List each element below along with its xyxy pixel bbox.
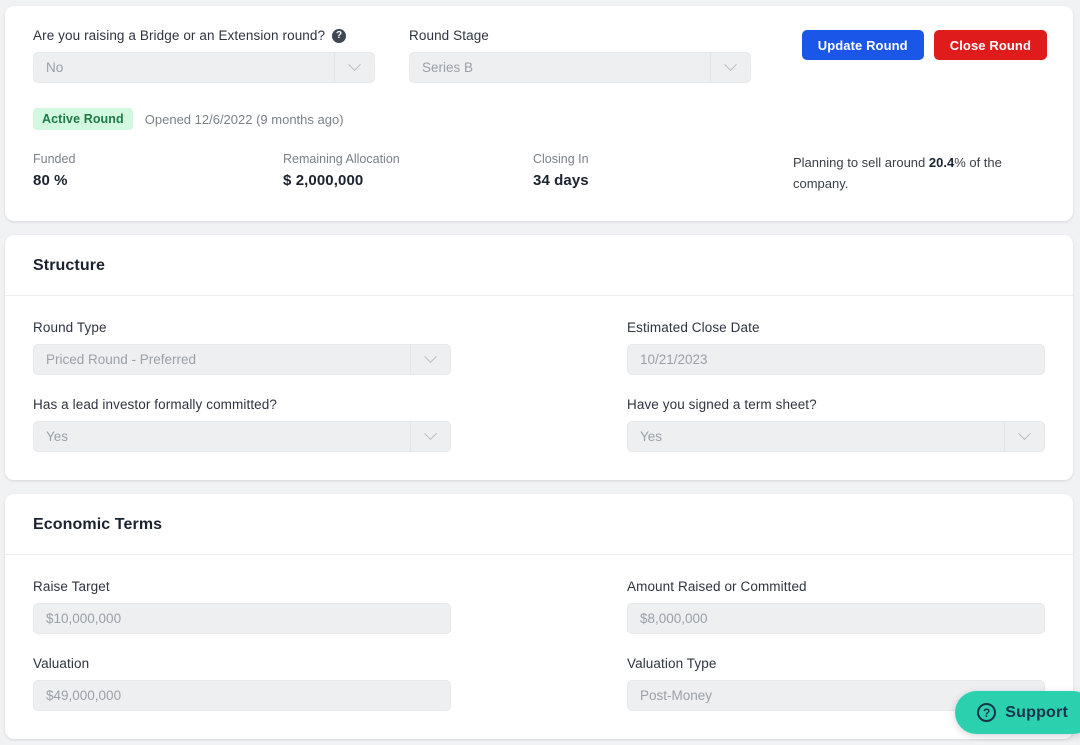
stat-closing-in-value: 34 days — [533, 172, 589, 189]
opened-date-text: Opened 12/6/2022 (9 months ago) — [144, 111, 344, 127]
economic-terms-fields: Raise Target $10,000,000 Amount Raised o… — [5, 555, 1073, 739]
bridge-round-value: No — [46, 60, 64, 75]
stat-remaining-allocation-value: $ 2,000,000 — [283, 172, 364, 189]
stat-funded: Funded 80 % — [33, 152, 283, 189]
round-stage-select[interactable]: Series B — [409, 52, 751, 83]
round-stage-label: Round Stage — [409, 28, 751, 43]
round-status-row: Active Round Opened 12/6/2022 (9 months … — [33, 108, 1047, 130]
estimated-close-date-input[interactable]: 10/21/2023 — [627, 343, 1045, 375]
bridge-round-label: Are you raising a Bridge or an Extension… — [33, 28, 375, 43]
economic-terms-card: Economic Terms Raise Target $10,000,000 … — [5, 493, 1073, 739]
stat-closing-in-label: Closing In — [533, 152, 589, 166]
round-actions: Update Round Close Round — [801, 30, 1047, 60]
lead-investor-value: Yes — [46, 428, 69, 444]
ownership-note: Planning to sell around 20.4% of the com… — [793, 152, 1023, 195]
chevron-down-icon[interactable] — [1004, 421, 1044, 451]
ownership-note-prefix: Planning to sell around — [793, 155, 929, 170]
estimated-close-date-value: 10/21/2023 — [640, 351, 708, 367]
bridge-round-field: Are you raising a Bridge or an Extension… — [33, 28, 375, 83]
amount-raised-label: Amount Raised or Committed — [627, 578, 807, 594]
chevron-down-icon[interactable] — [410, 421, 450, 451]
round-summary-content: Update Round Close Round Are you raising… — [5, 6, 1073, 221]
valuation-field: Valuation $49,000,000 — [33, 656, 451, 711]
round-type-label: Round Type — [33, 319, 107, 335]
valuation-label: Valuation — [33, 655, 90, 671]
stat-closing-in: Closing In 34 days — [533, 152, 783, 189]
term-sheet-field: Have you signed a term sheet? Yes — [627, 397, 1045, 452]
stat-remaining-allocation-label: Remaining Allocation — [283, 152, 400, 166]
round-summary-card: Update Round Close Round Are you raising… — [5, 6, 1073, 221]
estimated-close-date-field: Estimated Close Date 10/21/2023 — [627, 320, 1045, 375]
support-widget-label: Support — [1005, 703, 1068, 721]
stat-remaining-allocation: Remaining Allocation $ 2,000,000 — [283, 152, 533, 189]
update-round-button[interactable]: Update Round — [801, 30, 924, 60]
round-type-field: Round Type Priced Round - Preferred — [33, 320, 451, 375]
lead-investor-label: Has a lead investor formally committed? — [33, 396, 277, 412]
bridge-round-label-text: Are you raising a Bridge or an Extension… — [33, 28, 326, 43]
estimated-close-date-label: Estimated Close Date — [627, 319, 760, 335]
amount-raised-value: $8,000,000 — [640, 610, 708, 626]
help-circle-icon[interactable]: ? — [332, 28, 347, 43]
raise-target-value: $10,000,000 — [46, 610, 122, 626]
valuation-value: $49,000,000 — [46, 687, 122, 703]
valuation-input[interactable]: $49,000,000 — [33, 679, 451, 711]
round-type-value: Priced Round - Preferred — [46, 351, 197, 367]
round-stats: Funded 80 % Remaining Allocation $ 2,000… — [33, 152, 1047, 195]
chevron-down-icon[interactable] — [334, 53, 374, 82]
help-circle-icon: ? — [977, 703, 997, 722]
structure-card: Structure Round Type Priced Round - Pref… — [5, 234, 1073, 480]
round-stage-label-text: Round Stage — [409, 28, 489, 43]
status-badge: Active Round — [33, 108, 133, 130]
lead-investor-select[interactable]: Yes — [33, 420, 451, 452]
term-sheet-value: Yes — [640, 428, 663, 444]
ownership-note-percent: 20.4 — [928, 155, 955, 170]
structure-fields: Round Type Priced Round - Preferred Esti… — [5, 296, 1073, 480]
chevron-down-icon[interactable] — [710, 53, 750, 82]
amount-raised-input[interactable]: $8,000,000 — [627, 602, 1045, 634]
close-round-button[interactable]: Close Round — [933, 30, 1047, 60]
stat-funded-label: Funded — [33, 152, 76, 166]
economic-terms-title: Economic Terms — [33, 515, 163, 533]
stat-funded-value: 80 % — [33, 172, 68, 189]
raise-target-field: Raise Target $10,000,000 — [33, 579, 451, 634]
raise-target-input[interactable]: $10,000,000 — [33, 602, 451, 634]
raise-target-label: Raise Target — [33, 578, 110, 594]
structure-title: Structure — [33, 256, 106, 274]
round-stage-value: Series B — [422, 60, 474, 75]
bridge-round-select[interactable]: No — [33, 52, 375, 83]
amount-raised-field: Amount Raised or Committed $8,000,000 — [627, 579, 1045, 634]
round-stage-field: Round Stage Series B — [409, 28, 751, 83]
term-sheet-select[interactable]: Yes — [627, 420, 1045, 452]
round-details-page: Update Round Close Round Are you raising… — [0, 0, 1080, 745]
support-widget-button[interactable]: ? Support — [955, 691, 1080, 734]
chevron-down-icon[interactable] — [410, 344, 450, 374]
lead-investor-field: Has a lead investor formally committed? … — [33, 397, 451, 452]
valuation-type-label: Valuation Type — [627, 655, 717, 671]
term-sheet-label: Have you signed a term sheet? — [627, 396, 817, 412]
round-type-select[interactable]: Priced Round - Preferred — [33, 343, 451, 375]
